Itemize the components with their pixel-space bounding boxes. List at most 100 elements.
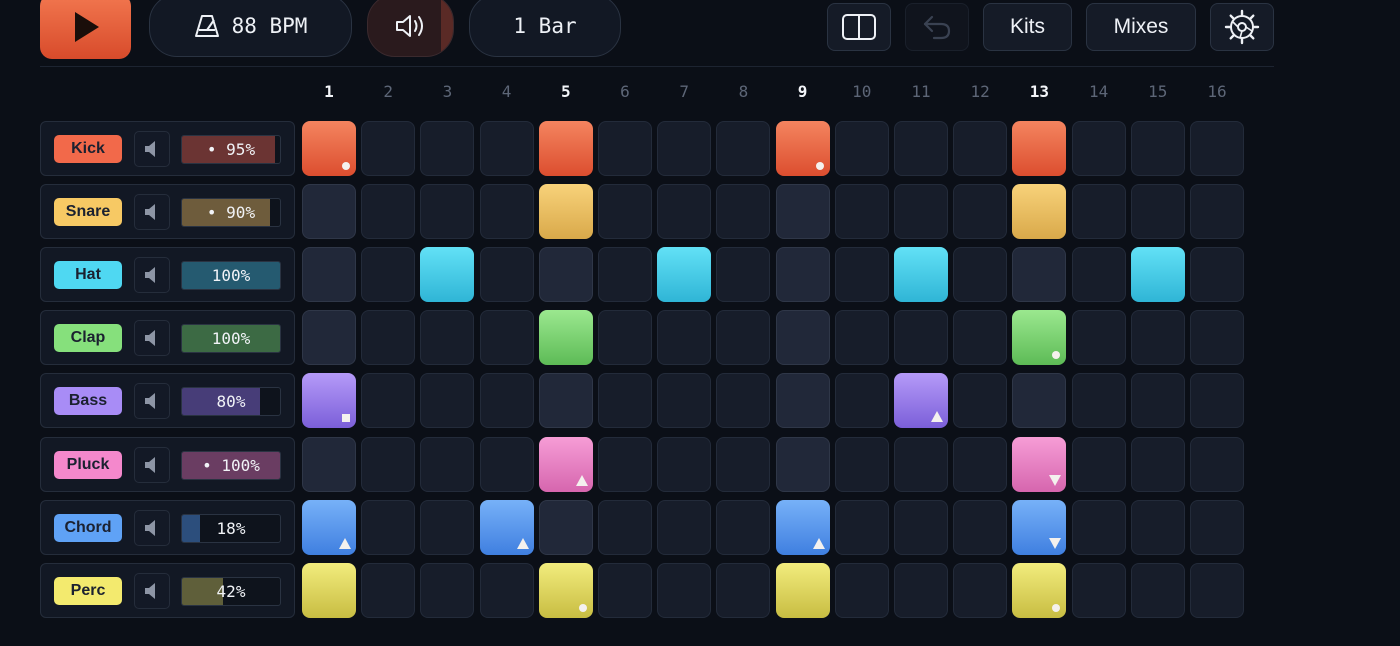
step-pad-active[interactable]	[1130, 247, 1185, 303]
step-pad-active[interactable]	[775, 499, 830, 555]
step-pad[interactable]	[716, 121, 771, 176]
step-pad[interactable]	[894, 184, 948, 240]
step-pad[interactable]	[538, 373, 593, 429]
step-pad[interactable]	[420, 436, 475, 492]
volume-slider[interactable]: • 95%	[181, 135, 281, 164]
step-pad-active[interactable]	[302, 562, 356, 618]
play-button[interactable]	[40, 0, 131, 59]
step-pad[interactable]	[834, 373, 889, 429]
mute-button[interactable]	[134, 383, 170, 420]
bpm-button[interactable]: 88 BPM	[149, 0, 352, 57]
step-pad[interactable]	[479, 310, 534, 366]
step-pad[interactable]	[716, 373, 771, 429]
step-pad[interactable]	[657, 310, 712, 366]
volume-slider[interactable]: 100%	[181, 324, 281, 354]
track-name-button[interactable]: Kick	[54, 135, 122, 163]
step-pad[interactable]	[1071, 373, 1126, 429]
step-pad[interactable]	[302, 436, 356, 492]
step-pad-active[interactable]	[302, 499, 356, 555]
step-pad[interactable]	[420, 310, 475, 366]
step-pad-active[interactable]	[894, 373, 948, 429]
step-pad[interactable]	[953, 247, 1008, 303]
step-pad[interactable]	[1190, 247, 1244, 303]
step-pad[interactable]	[420, 373, 475, 429]
step-pad[interactable]	[538, 499, 593, 555]
step-pad[interactable]	[598, 436, 652, 492]
step-pad-active[interactable]	[302, 121, 356, 176]
step-pad[interactable]	[716, 310, 771, 366]
step-pad-active[interactable]	[420, 247, 475, 303]
step-pad[interactable]	[361, 373, 416, 429]
step-pad-active[interactable]	[538, 310, 593, 366]
step-pad-active[interactable]	[1012, 436, 1067, 492]
step-pad[interactable]	[775, 247, 830, 303]
step-pad[interactable]	[657, 184, 712, 240]
step-pad[interactable]	[716, 247, 771, 303]
step-pad[interactable]	[1130, 499, 1185, 555]
step-pad-active[interactable]	[657, 247, 712, 303]
step-pad[interactable]	[420, 121, 475, 176]
step-pad[interactable]	[361, 121, 416, 176]
step-pad[interactable]	[598, 499, 652, 555]
step-pad[interactable]	[834, 562, 889, 618]
step-pad[interactable]	[361, 499, 416, 555]
mute-button[interactable]	[134, 194, 170, 231]
step-pad[interactable]	[1190, 121, 1244, 176]
step-pad[interactable]	[775, 436, 830, 492]
step-pad[interactable]	[361, 436, 416, 492]
step-pad-active[interactable]	[894, 247, 948, 303]
step-pad[interactable]	[953, 373, 1008, 429]
step-pad[interactable]	[1190, 436, 1244, 492]
step-pad[interactable]	[1190, 184, 1244, 240]
step-pad[interactable]	[953, 310, 1008, 366]
mute-button[interactable]	[134, 572, 170, 609]
step-pad-active[interactable]	[538, 436, 593, 492]
step-pad-active[interactable]	[538, 562, 593, 618]
step-pad[interactable]	[420, 184, 475, 240]
step-pad[interactable]	[953, 121, 1008, 176]
step-pad[interactable]	[420, 562, 475, 618]
step-pad[interactable]	[1071, 499, 1126, 555]
step-pad[interactable]	[894, 562, 948, 618]
step-pad[interactable]	[361, 562, 416, 618]
step-pad[interactable]	[1190, 562, 1244, 618]
step-pad[interactable]	[775, 373, 830, 429]
track-name-button[interactable]: Perc	[54, 576, 122, 605]
volume-slider[interactable]: 80%	[181, 387, 281, 417]
step-pad[interactable]	[1190, 499, 1244, 555]
bars-button[interactable]: 1 Bar	[469, 0, 621, 57]
step-pad[interactable]	[1071, 436, 1126, 492]
step-pad[interactable]	[1130, 436, 1185, 492]
step-pad[interactable]	[1071, 121, 1126, 176]
step-pad[interactable]	[1071, 184, 1126, 240]
step-pad[interactable]	[538, 247, 593, 303]
step-pad[interactable]	[953, 499, 1008, 555]
step-pad[interactable]	[302, 310, 356, 366]
master-volume-button[interactable]	[367, 0, 454, 57]
step-pad[interactable]	[1130, 310, 1185, 366]
volume-slider[interactable]: • 100%	[181, 450, 281, 480]
step-pad[interactable]	[598, 373, 652, 429]
step-pad[interactable]	[1130, 184, 1185, 240]
step-pad[interactable]	[1190, 310, 1244, 366]
step-pad[interactable]	[1130, 121, 1185, 176]
step-pad[interactable]	[775, 310, 830, 366]
step-pad[interactable]	[953, 436, 1008, 492]
undo-button[interactable]	[905, 3, 969, 51]
step-pad[interactable]	[598, 184, 652, 240]
step-pad[interactable]	[894, 436, 948, 492]
track-name-button[interactable]: Pluck	[54, 450, 122, 479]
step-pad[interactable]	[1071, 562, 1126, 618]
step-pad[interactable]	[361, 184, 416, 240]
mute-button[interactable]	[134, 446, 170, 483]
step-pad[interactable]	[1190, 373, 1244, 429]
volume-slider[interactable]: 18%	[181, 513, 281, 543]
step-pad[interactable]	[302, 247, 356, 303]
step-pad[interactable]	[894, 310, 948, 366]
step-pad[interactable]	[1130, 562, 1185, 618]
mute-button[interactable]	[134, 131, 170, 167]
step-pad[interactable]	[479, 247, 534, 303]
step-pad[interactable]	[716, 562, 771, 618]
step-pad[interactable]	[361, 310, 416, 366]
step-pad[interactable]	[1130, 373, 1185, 429]
